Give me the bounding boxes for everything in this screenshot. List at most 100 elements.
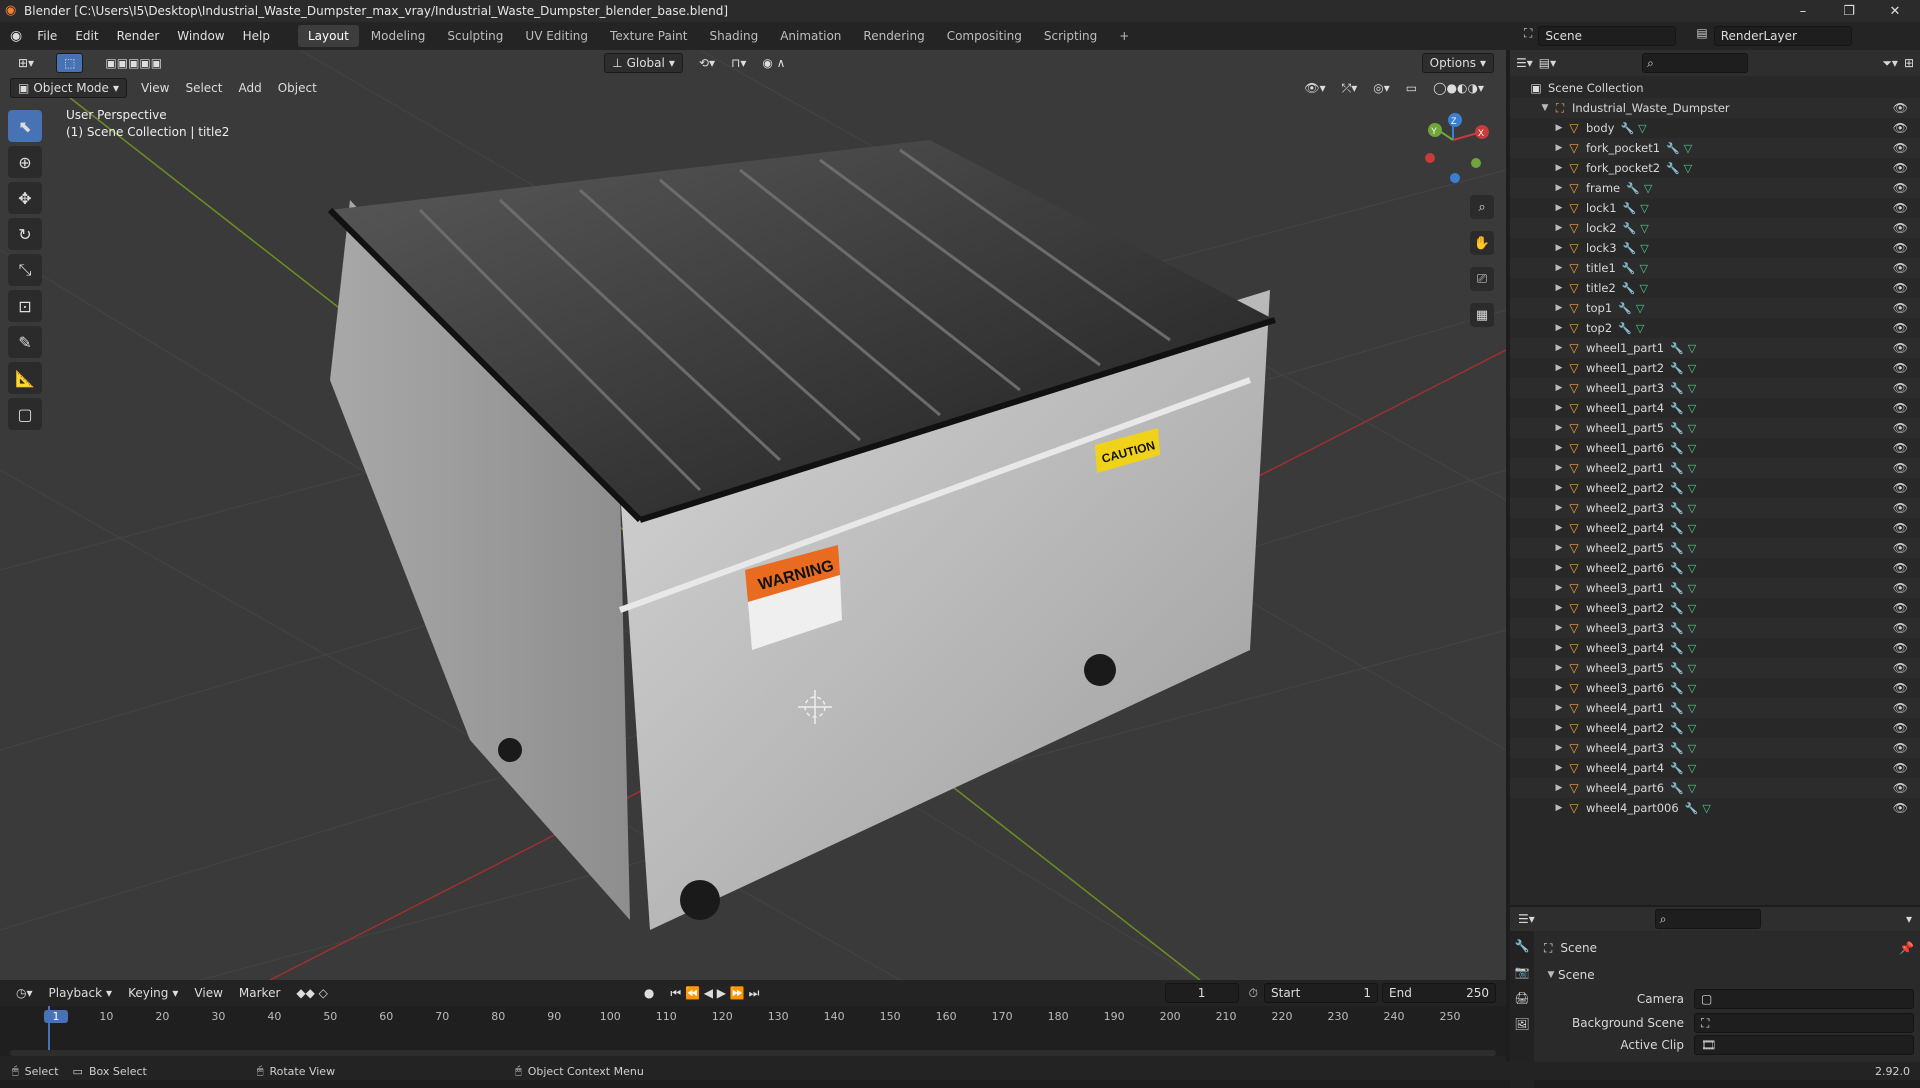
outliner-object-row[interactable]: ▶ ▽ lock3 🔧 ▽ 👁 — [1510, 238, 1920, 258]
scale-icon[interactable]: ⤡ — [8, 254, 42, 286]
eye-icon[interactable]: 👁 — [1893, 761, 1908, 775]
tab-modeling[interactable]: Modeling — [361, 25, 436, 47]
outliner-root-row[interactable]: ▣ Scene Collection — [1510, 78, 1920, 98]
outliner-object-row[interactable]: ▶ ▽ lock1 🔧 ▽ 👁 — [1510, 198, 1920, 218]
expand-triangle-icon[interactable]: ▶ — [1552, 563, 1566, 573]
expand-triangle-icon[interactable]: ▶ — [1552, 483, 1566, 493]
render-tab-icon[interactable]: 📷 — [1515, 965, 1530, 979]
mesh-data-icon[interactable]: ▽ — [1688, 682, 1696, 695]
mesh-data-icon[interactable]: ▽ — [1688, 562, 1696, 575]
modifier-icon[interactable]: 🔧 — [1670, 462, 1684, 475]
mesh-data-icon[interactable]: ▽ — [1702, 802, 1710, 815]
expand-triangle-icon[interactable]: ▶ — [1552, 283, 1566, 293]
expand-triangle-icon[interactable]: ▶ — [1552, 223, 1566, 233]
outliner-object-row[interactable]: ▶ ▽ wheel2_part2 🔧 ▽ 👁 — [1510, 478, 1920, 498]
mesh-data-icon[interactable]: ▽ — [1684, 162, 1692, 175]
eye-icon[interactable]: 👁 — [1893, 381, 1908, 395]
mesh-data-icon[interactable]: ▽ — [1688, 662, 1696, 675]
tab-compositing[interactable]: Compositing — [937, 25, 1032, 47]
eye-icon[interactable]: 👁 — [1893, 361, 1908, 375]
eye-icon[interactable]: 👁 — [1893, 521, 1908, 535]
outliner-object-row[interactable]: ▶ ▽ wheel3_part2 🔧 ▽ 👁 — [1510, 598, 1920, 618]
expand-triangle-icon[interactable]: ▶ — [1552, 703, 1566, 713]
expand-triangle-icon[interactable]: ▶ — [1552, 403, 1566, 413]
eye-icon[interactable]: 👁 — [1893, 801, 1908, 815]
eye-icon[interactable]: 👁 — [1893, 781, 1908, 795]
mesh-data-icon[interactable]: ▽ — [1688, 762, 1696, 775]
eye-icon[interactable]: 👁 — [1893, 681, 1908, 695]
cursor-icon[interactable]: ⊕ — [8, 146, 42, 178]
modifier-icon[interactable]: 🔧 — [1670, 542, 1684, 555]
eye-icon[interactable]: 👁 — [1893, 421, 1908, 435]
select-mode-icons[interactable]: ▣▣▣▣▣ — [97, 53, 170, 73]
eye-icon[interactable]: 👁 — [1893, 301, 1908, 315]
editor-type-icon[interactable]: ⊞▾ — [10, 53, 42, 73]
expand-triangle-icon[interactable]: ▶ — [1552, 683, 1566, 693]
outliner-object-row[interactable]: ▶ ▽ wheel4_part4 🔧 ▽ 👁 — [1510, 758, 1920, 778]
mesh-data-icon[interactable]: ▽ — [1688, 582, 1696, 595]
outliner-object-row[interactable]: ▶ ▽ wheel3_part6 🔧 ▽ 👁 — [1510, 678, 1920, 698]
expand-triangle-icon[interactable]: ▶ — [1552, 423, 1566, 433]
rotate-icon[interactable]: ↻ — [8, 218, 42, 250]
modifier-icon[interactable]: 🔧 — [1670, 562, 1684, 575]
tab-scripting[interactable]: Scripting — [1034, 25, 1107, 47]
navigation-gizmo[interactable]: Z X Y — [1425, 113, 1489, 183]
timeline-scrollbar[interactable] — [10, 1050, 1496, 1056]
modifier-icon[interactable]: 🔧 — [1670, 602, 1684, 615]
render-layer-icon[interactable]: ▤ — [1696, 26, 1707, 46]
outliner-object-row[interactable]: ▶ ▽ title1 🔧 ▽ 👁 — [1510, 258, 1920, 278]
mesh-data-icon[interactable]: ▽ — [1688, 542, 1696, 555]
mesh-data-icon[interactable]: ▽ — [1688, 702, 1696, 715]
move-icon[interactable]: ✥ — [8, 182, 42, 214]
modifier-icon[interactable]: 🔧 — [1670, 502, 1684, 515]
add-cube-icon[interactable]: ▢ — [8, 398, 42, 430]
expand-triangle-icon[interactable]: ▼ — [1544, 970, 1558, 980]
eye-icon[interactable]: 👁 — [1893, 281, 1908, 295]
outliner-object-row[interactable]: ▶ ▽ wheel4_part3 🔧 ▽ 👁 — [1510, 738, 1920, 758]
overlay-toggle-icon[interactable]: ◎▾ — [1365, 78, 1398, 98]
minimize-button[interactable]: – — [1780, 0, 1826, 22]
maximize-button[interactable]: ❐ — [1826, 0, 1872, 22]
modifier-icon[interactable]: 🔧 — [1623, 242, 1637, 255]
outliner-object-row[interactable]: ▶ ▽ wheel2_part3 🔧 ▽ 👁 — [1510, 498, 1920, 518]
expand-triangle-icon[interactable]: ▶ — [1552, 523, 1566, 533]
mesh-data-icon[interactable]: ▽ — [1688, 482, 1696, 495]
outliner-object-row[interactable]: ▶ ▽ wheel2_part1 🔧 ▽ 👁 — [1510, 458, 1920, 478]
eye-icon[interactable]: 👁 — [1893, 221, 1908, 235]
modifier-icon[interactable]: 🔧 — [1623, 222, 1637, 235]
modifier-icon[interactable]: 🔧 — [1622, 282, 1636, 295]
menu-marker[interactable]: Marker — [231, 983, 288, 1003]
modifier-icon[interactable]: 🔧 — [1670, 762, 1684, 775]
eye-icon[interactable]: 👁 — [1893, 581, 1908, 595]
tool-tab-icon[interactable]: 🔧 — [1515, 939, 1530, 953]
transform-orientation-select[interactable]: ⊥ Global ▾ — [604, 53, 683, 73]
outliner-object-row[interactable]: ▶ ▽ wheel1_part5 🔧 ▽ 👁 — [1510, 418, 1920, 438]
mesh-data-icon[interactable]: ▽ — [1636, 302, 1644, 315]
expand-triangle-icon[interactable]: ▶ — [1552, 803, 1566, 813]
mesh-data-icon[interactable]: ▽ — [1688, 722, 1696, 735]
expand-triangle-icon[interactable]: ▶ — [1552, 203, 1566, 213]
modifier-icon[interactable]: 🔧 — [1670, 362, 1684, 375]
menu-file[interactable]: File — [28, 29, 66, 43]
expand-triangle-icon[interactable]: ▼ — [1538, 103, 1552, 113]
eye-icon[interactable]: 👁 — [1893, 161, 1908, 175]
modifier-icon[interactable]: 🔧 — [1670, 422, 1684, 435]
expand-triangle-icon[interactable]: ▶ — [1552, 503, 1566, 513]
outliner-object-row[interactable]: ▶ ▽ fork_pocket2 🔧 ▽ 👁 — [1510, 158, 1920, 178]
eye-icon[interactable]: 👁 — [1893, 201, 1908, 215]
outliner-object-row[interactable]: ▶ ▽ lock2 🔧 ▽ 👁 — [1510, 218, 1920, 238]
eye-icon[interactable]: 👁 — [1893, 501, 1908, 515]
tab-layout[interactable]: Layout — [297, 25, 359, 47]
chevron-down-icon[interactable]: ▾ — [1906, 912, 1912, 926]
modifier-icon[interactable]: 🔧 — [1666, 142, 1680, 155]
transform-icon[interactable]: ⊡ — [8, 290, 42, 322]
eye-icon[interactable]: 👁 — [1893, 741, 1908, 755]
menu-timeline-view[interactable]: View — [186, 983, 230, 1003]
eye-icon[interactable]: 👁 — [1893, 481, 1908, 495]
tab-texture-paint[interactable]: Texture Paint — [600, 25, 697, 47]
outliner-object-row[interactable]: ▶ ▽ top1 🔧 ▽ 👁 — [1510, 298, 1920, 318]
eye-icon[interactable]: 👁 — [1893, 461, 1908, 475]
mesh-data-icon[interactable]: ▽ — [1688, 422, 1696, 435]
add-workspace-button[interactable]: + — [1109, 25, 1139, 47]
pan-hand-icon[interactable]: ✋ — [1470, 231, 1494, 255]
